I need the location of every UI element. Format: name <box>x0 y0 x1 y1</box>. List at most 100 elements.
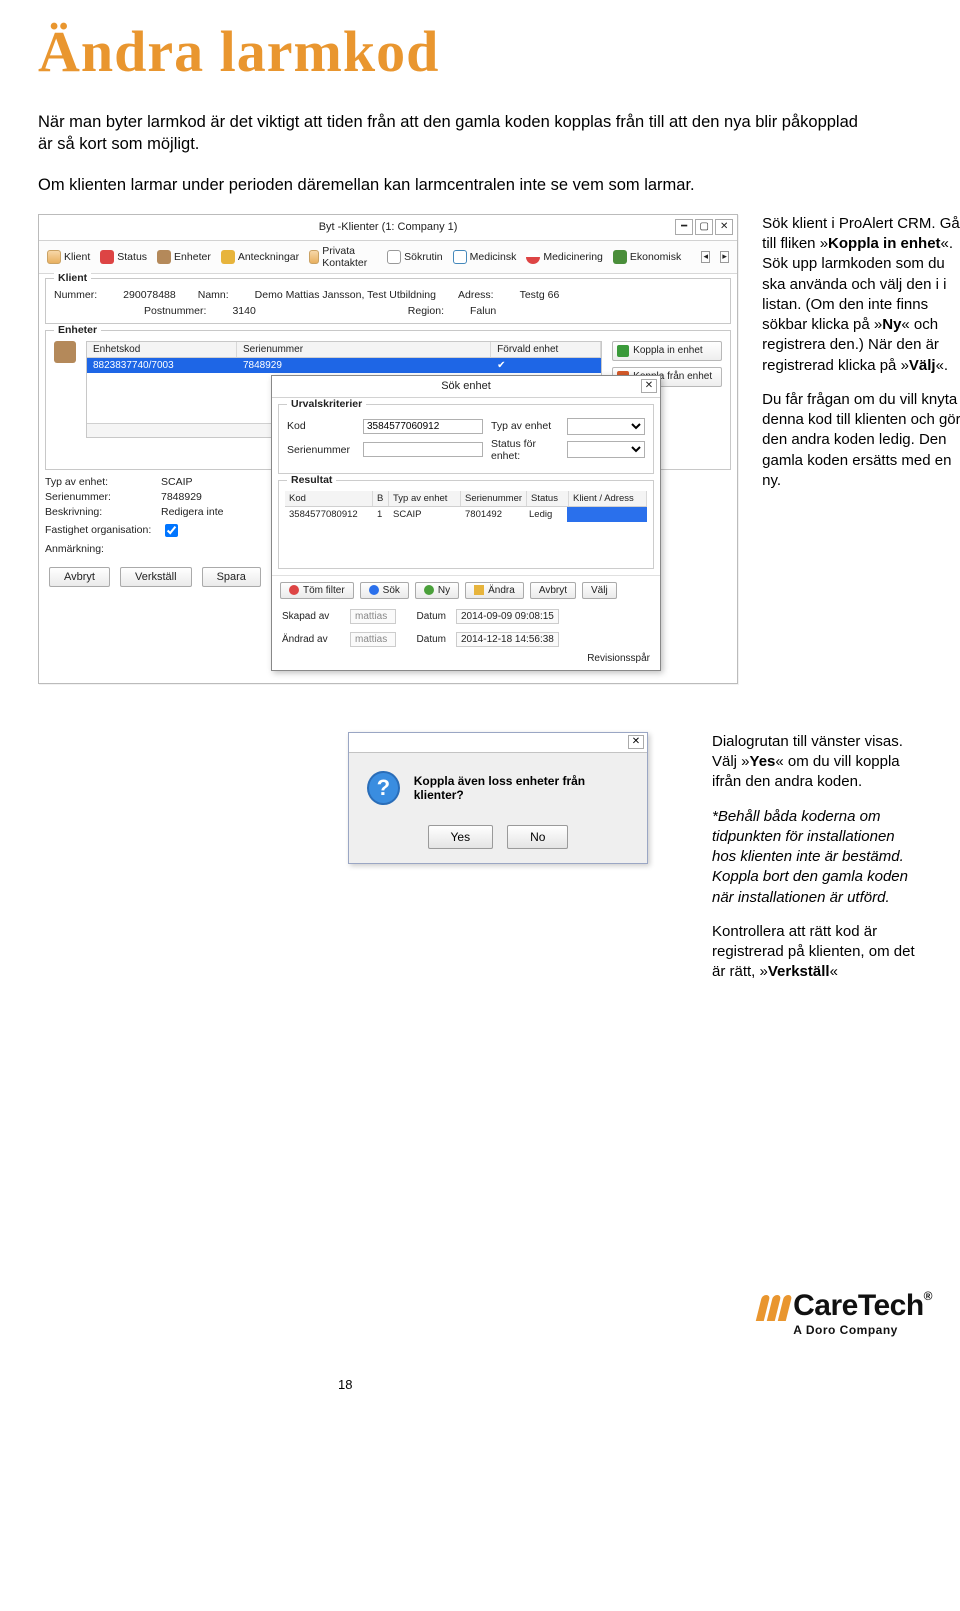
cell-kod: 3584577080912 <box>285 507 373 522</box>
avbryt-button[interactable]: Avbryt <box>49 567 110 587</box>
tab-medicinsk[interactable]: Medicinsk <box>453 250 517 264</box>
serie-value: 7848929 <box>161 491 202 503</box>
urvalskriterier-box: Urvalskriterier Kod Typ av enhet Serienu… <box>278 404 654 474</box>
typ-label: Typ av enhet <box>491 420 559 432</box>
resultat-box: Resultat Kod B Typ av enhet Serienummer … <box>278 480 654 569</box>
typ-label: Typ av enhet: <box>45 476 155 488</box>
person-icon <box>47 250 61 264</box>
typ-value: SCAIP <box>161 476 193 488</box>
ser-label: Serienummer <box>287 444 355 456</box>
tab-medicinering[interactable]: Medicinering <box>526 250 603 264</box>
box-icon <box>157 250 171 264</box>
page-number: 18 <box>38 1377 922 1392</box>
verkstall-button[interactable]: Verkställ <box>120 567 192 587</box>
dialog-text: Koppla även loss enheter från klienter? <box>414 774 629 802</box>
stat-select[interactable] <box>567 441 645 458</box>
window-title: Byt -Klienter (1: Company 1) <box>319 221 458 233</box>
tab-enheter[interactable]: Enheter <box>157 250 211 264</box>
link-icon <box>617 345 629 357</box>
skapad-value: mattias <box>350 609 396 624</box>
logo-stripes-icon <box>759 1295 789 1321</box>
cell-serienummer: 7848929 <box>237 358 491 373</box>
logo-brand: CareTech® <box>793 1289 932 1323</box>
table-row[interactable]: 3584577080912 1 SCAIP 7801492 Ledig <box>285 507 647 522</box>
yes-button[interactable]: Yes <box>428 825 494 849</box>
avbryt-button[interactable]: Avbryt <box>530 582 576 599</box>
stat-label: Status för enhet: <box>491 438 559 462</box>
dialog-close-button[interactable]: ✕ <box>628 735 644 749</box>
skapad-datum-value: 2014-09-09 09:08:15 <box>456 609 559 624</box>
window-titlebar: Byt -Klienter (1: Company 1) ━ ▢ ✕ <box>39 215 737 241</box>
modal-titlebar: Sök enhet ✕ <box>272 376 660 398</box>
col-status[interactable]: Status <box>527 491 569 506</box>
intro-p2: Om klienten larmar under perioden däreme… <box>38 174 868 196</box>
close-button[interactable]: ✕ <box>715 219 733 235</box>
nummer-label: Nummer: <box>54 289 97 301</box>
tom-filter-button[interactable]: Töm filter <box>280 582 354 599</box>
klient-section: Klient Nummer: 290078488 Namn: Demo Matt… <box>45 278 731 324</box>
col-ser[interactable]: Serienummer <box>461 491 527 506</box>
sok-button[interactable]: Sök <box>360 582 409 599</box>
modal-button-bar: Töm filter Sök Ny Ändra Avbryt Välj <box>272 575 660 605</box>
typ-select[interactable] <box>567 418 645 435</box>
tab-sokrutin[interactable]: Sökrutin <box>387 250 443 264</box>
ser-input[interactable] <box>363 442 483 457</box>
klient-legend: Klient <box>54 272 91 284</box>
maximize-button[interactable]: ▢ <box>695 219 713 235</box>
tab-klient[interactable]: Klient <box>47 250 90 264</box>
modal-title: Sök enhet <box>441 380 491 392</box>
tab-privata-kontakter[interactable]: Privata Kontakter <box>309 245 377 269</box>
flag-icon <box>100 250 114 264</box>
pill-icon <box>526 250 540 264</box>
res-legend: Resultat <box>287 474 336 486</box>
col-kod[interactable]: Kod <box>285 491 373 506</box>
datum-label: Datum <box>406 611 446 622</box>
namn-label: Namn: <box>198 289 229 301</box>
namn-value: Demo Mattias Jansson, Test Utbildning <box>253 289 438 301</box>
andrad-datum-value: 2014-12-18 14:56:38 <box>456 632 559 647</box>
col-forvald[interactable]: Förvald enhet <box>491 342 601 357</box>
no-button[interactable]: No <box>507 825 568 849</box>
revisionsspar-link[interactable]: Revisionsspår <box>272 651 660 670</box>
andrad-label: Ändrad av <box>282 634 340 645</box>
serie-label: Serienummer: <box>45 491 155 503</box>
col-typ[interactable]: Typ av enhet <box>389 491 461 506</box>
region-label: Region: <box>408 305 444 317</box>
nummer-value: 290078488 <box>121 289 178 301</box>
col-serienummer[interactable]: Serienummer <box>237 342 491 357</box>
fastighet-label: Fastighet organisation: <box>45 524 155 536</box>
andra-button[interactable]: Ändra <box>465 582 524 599</box>
tab-status[interactable]: Status <box>100 250 147 264</box>
cell-ser: 7801492 <box>461 507 525 522</box>
besk-value: Redigera inte <box>161 506 223 518</box>
plus-icon <box>424 585 434 595</box>
urv-legend: Urvalskriterier <box>287 398 366 410</box>
col-b[interactable]: B <box>373 491 389 506</box>
tab-toolbar: Klient Status Enheter Anteckningar Priva… <box>39 241 737 274</box>
table-row[interactable]: 8823837740/7003 7848929 ✔ <box>87 358 601 373</box>
cell-typ: SCAIP <box>389 507 461 522</box>
cell-klient <box>567 507 647 522</box>
ny-button[interactable]: Ny <box>415 582 459 599</box>
col-enhetskod[interactable]: Enhetskod <box>87 342 237 357</box>
postnummer-value: 3140 <box>230 305 257 317</box>
modal-close-button[interactable]: ✕ <box>641 379 657 393</box>
fastighet-checkbox[interactable] <box>165 524 178 537</box>
dialog-titlebar: ✕ <box>349 733 647 753</box>
koppla-in-enhet-button[interactable]: Koppla in enhet <box>612 341 722 361</box>
tab-scroll-right[interactable]: ▸ <box>720 251 729 263</box>
tab-ekonomisk[interactable]: Ekonomisk <box>613 250 681 264</box>
money-icon <box>613 250 627 264</box>
postnummer-label: Postnummer: <box>144 305 206 317</box>
tab-scroll-left[interactable]: ◂ <box>701 251 710 263</box>
spara-button[interactable]: Spara <box>202 567 261 587</box>
valj-button[interactable]: Välj <box>582 582 617 599</box>
col-klient[interactable]: Klient / Adress <box>569 491 647 506</box>
kod-input[interactable] <box>363 419 483 434</box>
tab-anteckningar[interactable]: Anteckningar <box>221 250 299 264</box>
box-icon <box>54 341 76 363</box>
skapad-row: Skapad av mattias Datum 2014-09-09 09:08… <box>272 605 660 628</box>
minimize-button[interactable]: ━ <box>675 219 693 235</box>
confirm-dialog: ✕ ? Koppla även loss enheter från klient… <box>348 732 648 864</box>
edit-icon <box>474 585 484 595</box>
